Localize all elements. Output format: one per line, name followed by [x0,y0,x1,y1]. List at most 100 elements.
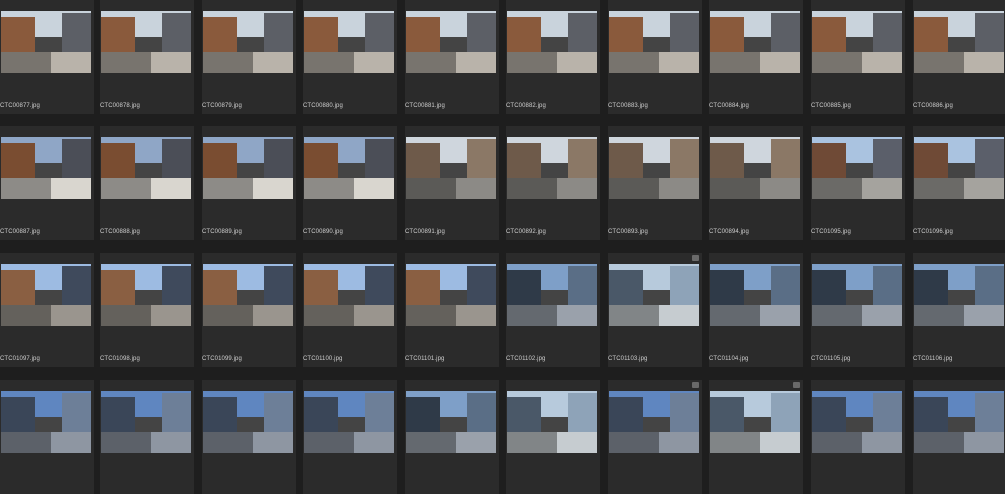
thumbnail-image[interactable] [1,137,91,199]
thumbnail-image[interactable] [203,137,293,199]
thumbnail-cell[interactable]: CTC00886.jpg [913,0,1005,114]
thumbnail-image[interactable] [710,137,800,199]
thumbnail-image[interactable] [710,391,800,453]
thumbnail-image[interactable] [812,264,902,326]
thumbnail-cell[interactable]: CTC01105.jpg [811,253,905,367]
thumbnail-filename: CTC00886.jpg [913,103,953,109]
thumbnail-cell[interactable]: CTC00887.jpg [0,126,94,240]
thumbnail-filename: CTC00877.jpg [0,103,40,109]
thumbnail-image[interactable] [1,391,91,453]
thumbnail-cell[interactable]: CTC01097.jpg [0,253,94,367]
thumbnail-cell[interactable] [811,380,905,494]
thumbnail-cell[interactable] [405,380,499,494]
thumbnail-cell[interactable] [709,380,803,494]
thumbnail-cell[interactable]: CTC00880.jpg [303,0,397,114]
thumbnail-image[interactable] [812,137,902,199]
thumbnail-filename: CTC00890.jpg [303,229,343,235]
thumbnail-cell[interactable]: CTC00877.jpg [0,0,94,114]
thumbnail-image[interactable] [101,137,191,199]
thumbnail-cell[interactable]: CTC01101.jpg [405,253,499,367]
thumbnail-cell[interactable]: CTC00882.jpg [506,0,600,114]
thumbnail-image[interactable] [203,11,293,73]
thumbnail-image[interactable] [507,11,597,73]
thumbnail-cell[interactable]: CTC00890.jpg [303,126,397,240]
thumbnail-cell[interactable]: CTC00878.jpg [100,0,194,114]
thumbnail-cell[interactable]: CTC01095.jpg [811,126,905,240]
thumbnail-image[interactable] [101,264,191,326]
thumbnail-filename: CTC00891.jpg [405,229,445,235]
thumbnail-cell[interactable] [506,380,600,494]
thumbnail-image[interactable] [507,137,597,199]
thumbnail-cell[interactable]: CTC00885.jpg [811,0,905,114]
thumbnail-image[interactable] [406,264,496,326]
thumbnail-filename: CTC01096.jpg [913,229,953,235]
thumbnail-image[interactable] [914,264,1004,326]
thumbnail-cell[interactable]: CTC00881.jpg [405,0,499,114]
thumbnail-cell[interactable]: CTC00883.jpg [608,0,702,114]
thumbnail-filename: CTC01106.jpg [913,356,953,362]
thumbnail-image[interactable] [914,391,1004,453]
thumbnail-filename: CTC00893.jpg [608,229,648,235]
thumbnail-image[interactable] [304,137,394,199]
thumbnail-image[interactable] [812,391,902,453]
thumbnail-cell[interactable]: CTC00879.jpg [202,0,296,114]
thumbnail-cell[interactable]: CTC00888.jpg [100,126,194,240]
thumbnail-cell[interactable]: CTC01096.jpg [913,126,1005,240]
thumbnail-cell[interactable]: CTC00892.jpg [506,126,600,240]
thumbnail-filename: CTC00878.jpg [100,103,140,109]
thumbnail-image[interactable] [203,264,293,326]
thumbnail-image[interactable] [101,391,191,453]
edit-badge-icon [692,255,699,261]
thumbnail-image[interactable] [1,11,91,73]
thumbnail-image[interactable] [812,11,902,73]
thumbnail-image[interactable] [304,11,394,73]
thumbnail-image[interactable] [203,391,293,453]
thumbnail-image[interactable] [914,11,1004,73]
thumbnail-cell[interactable]: CTC01099.jpg [202,253,296,367]
thumbnail-filename: CTC00894.jpg [709,229,749,235]
thumbnail-cell[interactable] [202,380,296,494]
thumbnail-filename: CTC00884.jpg [709,103,749,109]
thumbnail-cell[interactable] [303,380,397,494]
thumbnail-image[interactable] [609,11,699,73]
thumbnail-image[interactable] [710,11,800,73]
thumbnail-cell[interactable]: CTC01104.jpg [709,253,803,367]
thumbnail-filename: CTC00880.jpg [303,103,343,109]
thumbnail-cell[interactable]: CTC01106.jpg [913,253,1005,367]
thumbnail-image[interactable] [101,11,191,73]
thumbnail-filename: CTC00885.jpg [811,103,851,109]
thumbnail-filename: CTC01103.jpg [608,356,648,362]
thumbnail-cell[interactable]: CTC00884.jpg [709,0,803,114]
thumbnail-cell[interactable]: CTC01103.jpg [608,253,702,367]
thumbnail-filename: CTC01101.jpg [405,356,445,362]
thumbnail-cell[interactable]: CTC01098.jpg [100,253,194,367]
thumbnail-image[interactable] [609,137,699,199]
thumbnail-filename: CTC01100.jpg [303,356,343,362]
thumbnail-image[interactable] [1,264,91,326]
thumbnail-image[interactable] [406,11,496,73]
thumbnail-cell[interactable]: CTC00894.jpg [709,126,803,240]
thumbnail-image[interactable] [609,391,699,453]
thumbnail-cell[interactable] [913,380,1005,494]
thumbnail-cell[interactable]: CTC00893.jpg [608,126,702,240]
thumbnail-cell[interactable]: CTC00891.jpg [405,126,499,240]
thumbnail-image[interactable] [609,264,699,326]
thumbnail-image[interactable] [304,391,394,453]
thumbnail-image[interactable] [710,264,800,326]
thumbnail-image[interactable] [507,391,597,453]
thumbnail-cell[interactable] [100,380,194,494]
thumbnail-cell[interactable]: CTC00889.jpg [202,126,296,240]
thumbnail-cell[interactable] [0,380,94,494]
thumbnail-image[interactable] [406,137,496,199]
thumbnail-grid: CTC00877.jpg CTC00878.jpg CTC00879.jpg CTC0… [0,0,1005,494]
thumbnail-image[interactable] [304,264,394,326]
thumbnail-cell[interactable]: CTC01100.jpg [303,253,397,367]
thumbnail-cell[interactable]: CTC01102.jpg [506,253,600,367]
thumbnail-image[interactable] [914,137,1004,199]
thumbnail-filename: CTC00887.jpg [0,229,40,235]
edit-badge-icon [692,382,699,388]
thumbnail-image[interactable] [507,264,597,326]
thumbnail-filename: CTC00889.jpg [202,229,242,235]
thumbnail-cell[interactable] [608,380,702,494]
thumbnail-image[interactable] [406,391,496,453]
